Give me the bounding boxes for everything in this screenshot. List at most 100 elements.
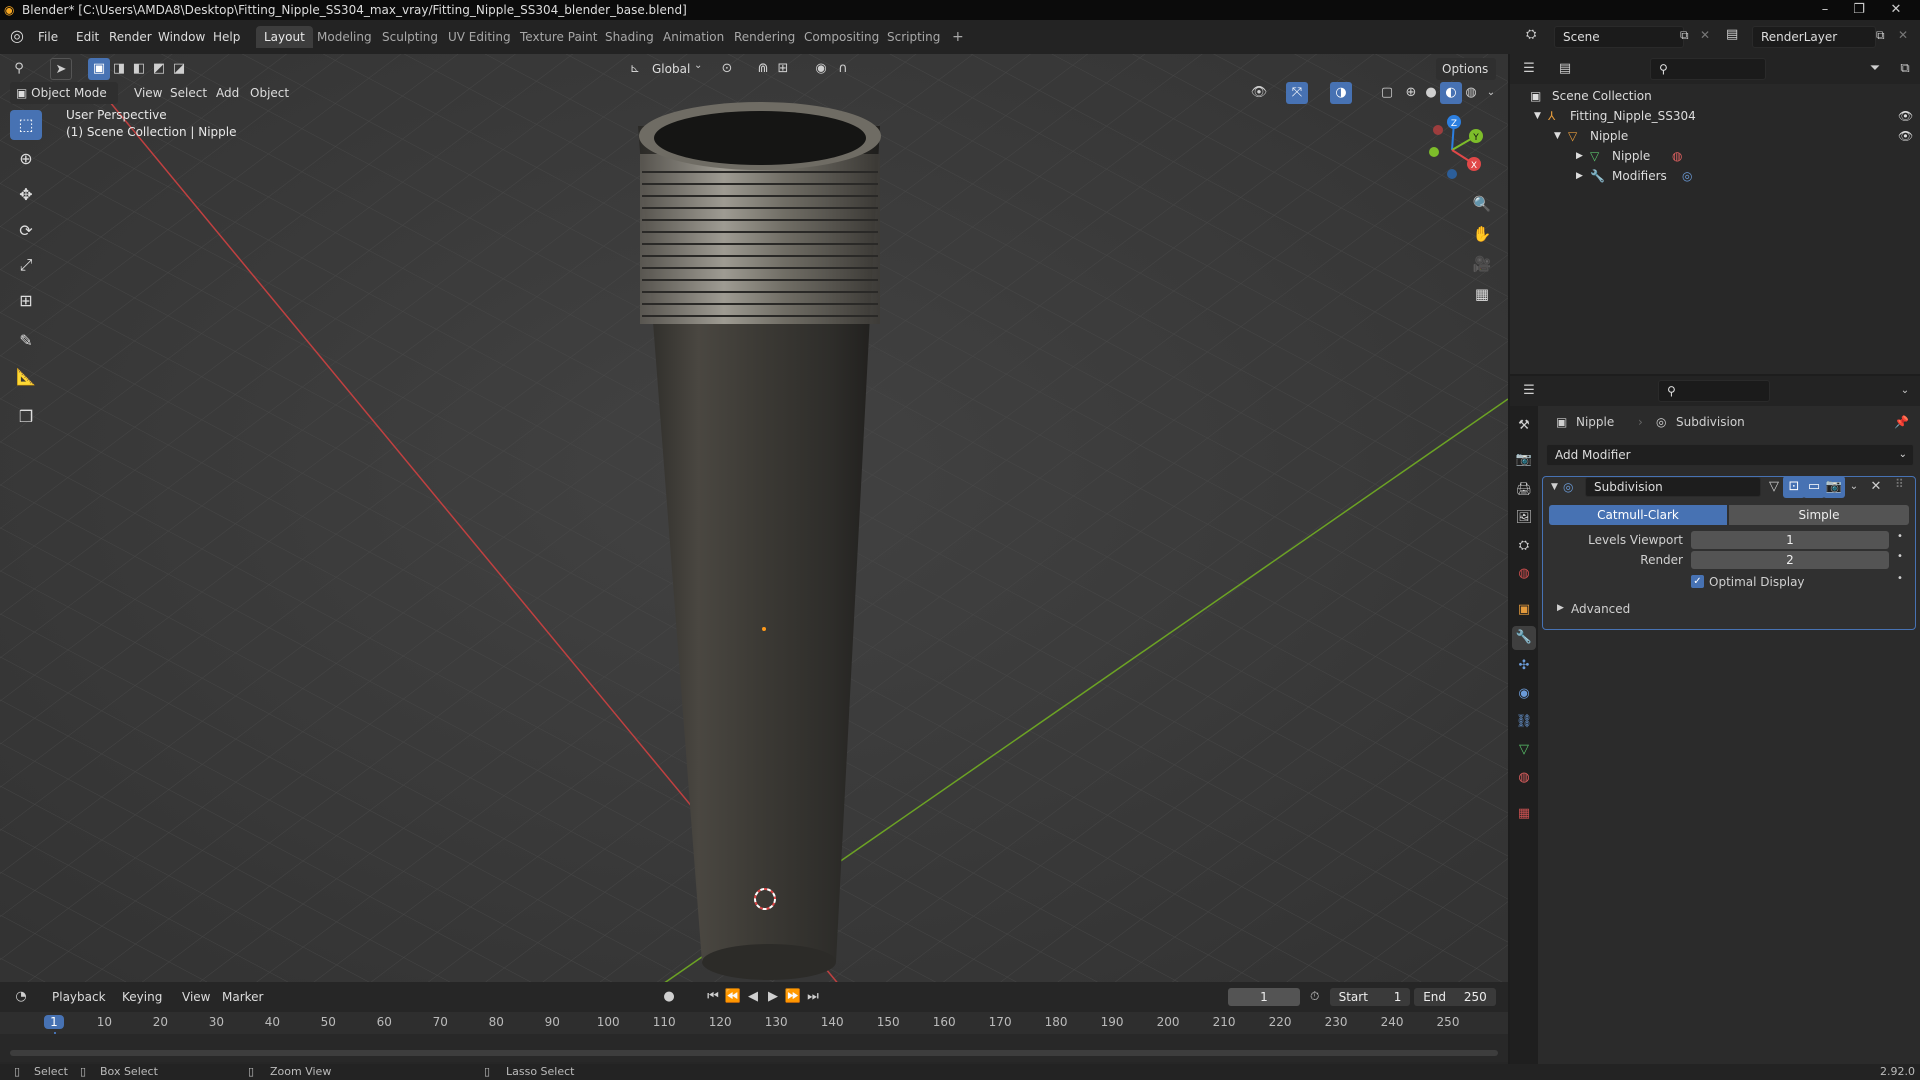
cursor-tool-icon[interactable]: ⊕ xyxy=(10,144,42,174)
select-mode-invert-icon[interactable]: ◩ xyxy=(148,58,170,80)
tab-layout[interactable]: Layout xyxy=(256,26,313,48)
snap-target-icon[interactable]: ⊞ xyxy=(772,58,794,80)
eye-icon[interactable]: 👁 xyxy=(1898,106,1913,126)
outliner-row-collection[interactable]: ▼ ⅄ Fitting_Nipple_SS304 👁 xyxy=(1510,106,1920,126)
physics-tab-icon[interactable]: ◉ xyxy=(1512,682,1536,706)
stopwatch-icon[interactable]: ⏱ xyxy=(1310,989,1319,1004)
tool-tab-icon[interactable]: ⚒ xyxy=(1512,414,1536,438)
editor-type-icon[interactable]: ⚲ xyxy=(8,58,30,80)
modifier-tab-icon[interactable]: 🔧 xyxy=(1512,626,1536,650)
drag-handle-icon[interactable]: ⠿ xyxy=(1895,477,1904,491)
view-layer-icon[interactable]: ▤ xyxy=(1726,27,1738,42)
falloff-icon[interactable]: ∩ xyxy=(832,58,854,80)
tab-modeling[interactable]: Modeling xyxy=(309,26,380,48)
timeline-editor-type-icon[interactable]: ◔ xyxy=(10,986,32,1008)
outliner-row-mesh-data[interactable]: ▶ ▽ Nipple ◍ xyxy=(1510,146,1920,166)
playhead-current-frame[interactable]: 1 xyxy=(44,1015,64,1029)
shading-rendered-icon[interactable]: ◍ xyxy=(1460,82,1482,104)
add-modifier-dropdown[interactable]: Add Modifier ⌄ xyxy=(1546,444,1914,466)
camera-view-icon[interactable]: 🎥 xyxy=(1468,250,1496,278)
keyframe-dot-icon[interactable]: • xyxy=(1897,551,1903,562)
delete-scene-icon[interactable]: ✕ xyxy=(1700,28,1710,42)
new-view-layer-icon[interactable]: ⧉ xyxy=(1876,28,1885,43)
scene-name-field[interactable]: Scene xyxy=(1554,26,1684,48)
menu-window[interactable]: Window xyxy=(152,26,211,48)
prev-keyframe-icon[interactable]: ⏪ xyxy=(722,986,744,1008)
pivot-point-icon[interactable]: ⊙ xyxy=(716,58,738,80)
levels-viewport-field[interactable]: 1 xyxy=(1691,531,1889,549)
edit-mode-toggle-icon[interactable]: ▽ xyxy=(1763,476,1785,498)
play-reverse-icon[interactable]: ◀ xyxy=(742,986,764,1008)
pin-icon[interactable]: 📌 xyxy=(1894,412,1909,432)
modifier-menu-icon[interactable]: ⌄ xyxy=(1843,476,1865,498)
viewport-menu-select[interactable]: Select xyxy=(164,82,213,104)
visibility-eye-icon[interactable]: 👁 xyxy=(1248,82,1270,104)
outliner-row-modifiers[interactable]: ▶ 🔧 Modifiers ◎ xyxy=(1510,166,1920,186)
select-mode-extend-icon[interactable]: ◨ xyxy=(108,58,130,80)
expand-chevron-icon[interactable]: ▶ xyxy=(1576,146,1583,166)
expand-chevron-icon[interactable]: ▶ xyxy=(1576,166,1583,186)
catmull-clark-option[interactable]: Catmull-Clark xyxy=(1549,505,1727,525)
tab-texture-paint[interactable]: Texture Paint xyxy=(512,26,605,48)
shading-material-icon[interactable]: ◐ xyxy=(1440,82,1462,104)
shading-solid-icon[interactable]: ● xyxy=(1420,82,1442,104)
viewport-menu-add[interactable]: Add xyxy=(210,82,245,104)
menu-help[interactable]: Help xyxy=(207,26,246,48)
timeline-menu-keying[interactable]: Keying xyxy=(116,986,168,1008)
texture-tab-icon[interactable]: ▦ xyxy=(1512,802,1536,826)
render-tab-icon[interactable]: 📷 xyxy=(1512,448,1536,472)
play-icon[interactable]: ▶ xyxy=(762,986,784,1008)
viewport-menu-object[interactable]: Object xyxy=(244,82,295,104)
output-tab-icon[interactable]: 🖨 xyxy=(1512,478,1536,502)
timeline-menu-view[interactable]: View xyxy=(176,986,216,1008)
collapse-chevron-icon[interactable]: ▼ xyxy=(1551,482,1558,492)
timeline-scrollbar[interactable] xyxy=(10,1050,1498,1056)
new-scene-icon[interactable]: ⧉ xyxy=(1680,28,1689,43)
world-tab-icon[interactable]: ◍ xyxy=(1512,562,1536,586)
outliner-editor-type-icon[interactable]: ☰ xyxy=(1518,58,1540,80)
properties-search-input[interactable]: ⚲ xyxy=(1658,380,1770,402)
display-mode-icon[interactable]: ▤ xyxy=(1554,58,1576,80)
xray-toggle-icon[interactable]: ▢ xyxy=(1376,82,1398,104)
tab-shading[interactable]: Shading xyxy=(597,26,662,48)
shading-wireframe-icon[interactable]: ⊕ xyxy=(1400,82,1422,104)
pan-hand-icon[interactable]: ✋ xyxy=(1468,220,1496,248)
render-levels-field[interactable]: 2 xyxy=(1691,551,1889,569)
maximize-icon[interactable]: ❐ xyxy=(1842,0,1876,20)
rotate-tool-icon[interactable]: ⟳ xyxy=(10,216,42,246)
minimize-icon[interactable]: – xyxy=(1808,0,1842,20)
object-mode-dropdown[interactable]: ▣ Object Mode xyxy=(10,82,118,104)
scene-tab-icon[interactable]: ⛭ xyxy=(1512,534,1536,558)
viewport-menu-view[interactable]: View xyxy=(128,82,168,104)
next-keyframe-icon[interactable]: ⏩ xyxy=(782,986,804,1008)
eye-icon[interactable]: 👁 xyxy=(1898,126,1913,146)
start-frame-field[interactable]: Start 1 xyxy=(1330,988,1410,1006)
measure-tool-icon[interactable]: 📐 xyxy=(10,362,42,392)
viewport-scene[interactable] xyxy=(0,54,1508,986)
data-tab-icon[interactable]: ▽ xyxy=(1512,738,1536,762)
tab-uv-editing[interactable]: UV Editing xyxy=(440,26,519,48)
timeline-menu-playback[interactable]: Playback xyxy=(46,986,112,1008)
current-frame-field[interactable]: 1 xyxy=(1228,988,1300,1006)
simple-option[interactable]: Simple xyxy=(1729,505,1909,525)
material-tab-icon[interactable]: ◍ xyxy=(1512,766,1536,790)
menu-render[interactable]: Render xyxy=(103,26,158,48)
end-frame-field[interactable]: End 250 xyxy=(1414,988,1496,1006)
tab-compositing[interactable]: Compositing xyxy=(796,26,887,48)
expand-chevron-icon[interactable]: ▶ xyxy=(1557,603,1564,613)
delete-view-layer-icon[interactable]: ✕ xyxy=(1898,28,1908,42)
expand-chevron-icon[interactable]: ▼ xyxy=(1554,126,1561,146)
expand-chevron-icon[interactable]: ▼ xyxy=(1534,106,1541,126)
perspective-grid-icon[interactable]: ▦ xyxy=(1468,280,1496,308)
transform-tool-icon[interactable]: ⊞ xyxy=(10,286,42,316)
menu-edit[interactable]: Edit xyxy=(70,26,105,48)
overlays-toggle-icon[interactable]: ◑ xyxy=(1330,82,1352,104)
keyframe-track[interactable] xyxy=(0,1034,1508,1062)
constraints-tab-icon[interactable]: ⛓ xyxy=(1512,710,1536,734)
3d-viewport[interactable]: ⬚ ⊕ ✥ ⟳ ⤢ ⊞ ✎ 📐 ❒ User Perspective (1) S… xyxy=(0,54,1508,986)
optimal-display-checkbox[interactable]: ✓ xyxy=(1691,575,1704,588)
properties-options-icon[interactable]: ⌄ xyxy=(1894,380,1916,402)
remove-modifier-icon[interactable]: ✕ xyxy=(1865,476,1887,498)
advanced-subpanel-label[interactable]: Advanced xyxy=(1571,600,1630,618)
render-toggle-icon[interactable]: 📷 xyxy=(1823,476,1845,498)
